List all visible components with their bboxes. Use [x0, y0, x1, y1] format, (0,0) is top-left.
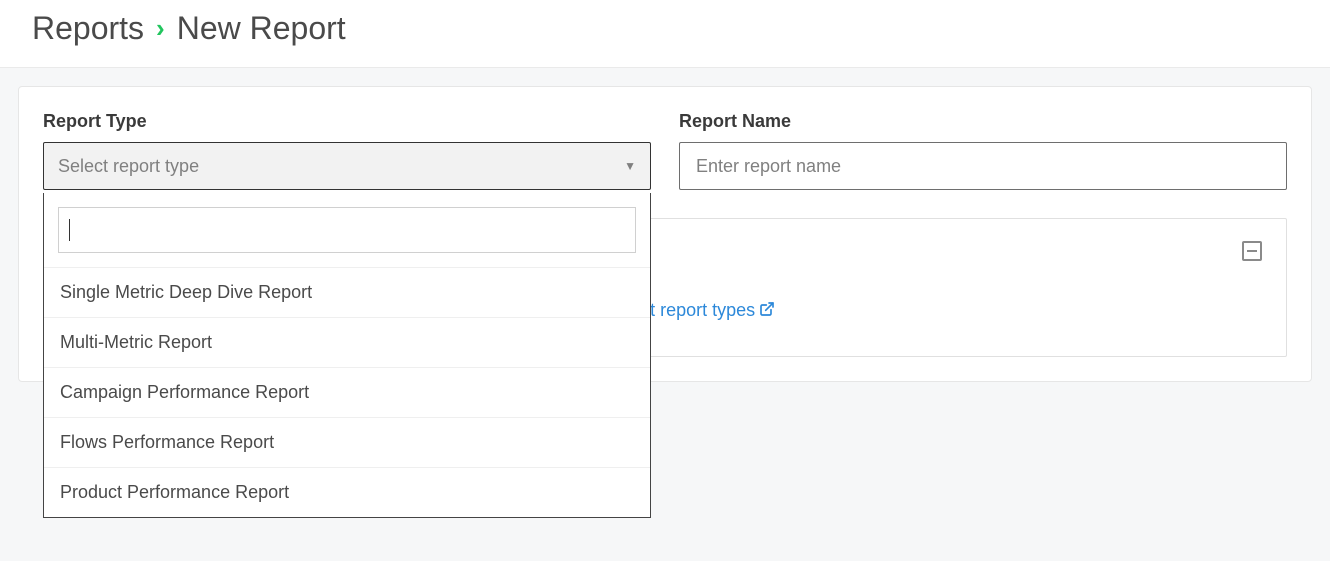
report-type-label: Report Type [43, 111, 651, 132]
breadcrumb-root[interactable]: Reports [32, 10, 144, 47]
chevron-right-icon: › [156, 13, 165, 44]
report-name-input[interactable] [679, 142, 1287, 190]
report-type-placeholder: Select report type [58, 156, 199, 177]
external-link-icon [759, 301, 775, 321]
minus-icon [1247, 250, 1257, 252]
breadcrumb: Reports › New Report [0, 0, 1330, 67]
breadcrumb-current: New Report [177, 10, 346, 47]
caret-down-icon: ▼ [624, 159, 636, 173]
dropdown-option[interactable]: Product Performance Report [44, 467, 650, 517]
dropdown-option[interactable]: Flows Performance Report [44, 417, 650, 467]
report-type-group: Report Type Select report type ▼ Single … [43, 111, 651, 190]
report-type-dropdown: Single Metric Deep Dive Report Multi-Met… [43, 193, 651, 518]
dropdown-option[interactable]: Multi-Metric Report [44, 317, 650, 367]
collapse-icon[interactable] [1242, 241, 1262, 261]
report-type-select[interactable]: Select report type ▼ [43, 142, 651, 190]
form-row: Report Type Select report type ▼ Single … [43, 111, 1287, 190]
main-area: Report Type Select report type ▼ Single … [0, 67, 1330, 561]
text-cursor-icon [69, 219, 70, 241]
report-name-group: Report Name [679, 111, 1287, 190]
dropdown-option[interactable]: Campaign Performance Report [44, 367, 650, 417]
report-card: Report Type Select report type ▼ Single … [18, 86, 1312, 382]
dropdown-search-wrap [44, 193, 650, 267]
dropdown-option[interactable]: Single Metric Deep Dive Report [44, 267, 650, 317]
dropdown-search-input[interactable] [58, 207, 636, 253]
report-name-label: Report Name [679, 111, 1287, 132]
